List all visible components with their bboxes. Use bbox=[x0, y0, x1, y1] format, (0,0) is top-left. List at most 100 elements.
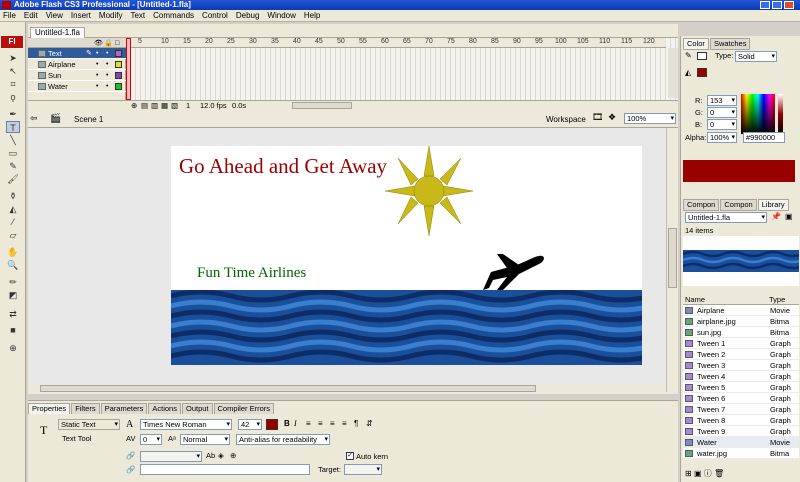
zoom-select[interactable]: 100% bbox=[624, 113, 676, 124]
swap-colors-icon[interactable]: ⇄ bbox=[6, 308, 20, 320]
list-item[interactable]: water.jpg Bitma bbox=[683, 448, 799, 459]
default-colors-icon[interactable]: ■ bbox=[6, 324, 20, 336]
scene-name[interactable]: Scene 1 bbox=[74, 115, 103, 124]
tab-properties[interactable]: Properties bbox=[28, 403, 71, 414]
sun-graphic[interactable] bbox=[385, 146, 480, 238]
tab-components[interactable]: Compon bbox=[683, 199, 720, 211]
blue-field[interactable]: 0 bbox=[707, 119, 737, 130]
minimize-button[interactable] bbox=[760, 1, 770, 9]
tab-parameters[interactable]: Parameters bbox=[100, 403, 148, 414]
stage-vscroll[interactable] bbox=[666, 128, 678, 392]
fill-bucket-icon[interactable]: ◭ bbox=[685, 68, 691, 77]
italic-icon[interactable]: I bbox=[294, 419, 297, 428]
list-item[interactable]: Tween 9 Graph bbox=[683, 426, 799, 437]
green-field[interactable]: 0 bbox=[707, 107, 737, 118]
font-size-field[interactable]: 42 bbox=[238, 419, 262, 430]
tab-color[interactable]: Color bbox=[683, 38, 709, 50]
menu-text[interactable]: Text bbox=[130, 11, 145, 20]
menu-commands[interactable]: Commands bbox=[153, 11, 194, 20]
render-html-icon[interactable]: Ab bbox=[206, 451, 215, 460]
color-spectrum[interactable] bbox=[741, 94, 775, 134]
eraser-icon[interactable]: ▱ bbox=[6, 229, 20, 241]
playhead[interactable] bbox=[126, 38, 131, 100]
tab-swatches[interactable]: Swatches bbox=[709, 38, 751, 50]
frame-ruler[interactable]: 5 10 15 20 25 30 35 40 45 50 55 60 65 70 75 80 85 90 95 100… bbox=[126, 38, 666, 48]
list-item[interactable]: Water Movie bbox=[683, 437, 799, 448]
eyedropper-icon[interactable]: ⁄ bbox=[6, 216, 20, 228]
menu-modify[interactable]: Modify bbox=[99, 11, 123, 20]
orientation-icon[interactable]: ⇵ bbox=[366, 419, 373, 428]
tab-library[interactable]: Library bbox=[757, 199, 789, 211]
line-tool-icon[interactable]: ╲ bbox=[6, 134, 20, 146]
layer-airplane[interactable]: Airplane • • bbox=[28, 59, 126, 70]
timeline-hscroll[interactable] bbox=[292, 102, 352, 109]
layer-text[interactable]: Text ✎ • • bbox=[28, 48, 126, 59]
brightness-slider[interactable] bbox=[778, 94, 783, 134]
frame-rate[interactable]: 12.0 fps bbox=[200, 101, 227, 110]
text-type-select[interactable]: Static Text bbox=[58, 419, 120, 430]
tab-actions[interactable]: Actions bbox=[148, 403, 181, 414]
hex-field[interactable]: #990000 bbox=[743, 132, 785, 143]
justify-icon[interactable]: ≡ bbox=[342, 419, 347, 428]
url-field[interactable] bbox=[140, 464, 310, 475]
tab-output[interactable]: Output bbox=[181, 403, 213, 414]
list-item[interactable]: Tween 2 Graph bbox=[683, 349, 799, 360]
align-right-icon[interactable]: ≡ bbox=[330, 419, 335, 428]
list-item[interactable]: sun.jpg Bitma bbox=[683, 327, 799, 338]
list-item[interactable]: Tween 6 Graph bbox=[683, 393, 799, 404]
stroke-swatch[interactable] bbox=[697, 52, 707, 60]
list-item[interactable]: Tween 8 Graph bbox=[683, 415, 799, 426]
edit-multiple-icon[interactable]: ▦ bbox=[161, 101, 168, 110]
new-symbol-icon[interactable]: ⊞ bbox=[685, 469, 692, 478]
alpha-field[interactable]: 100% bbox=[707, 132, 737, 143]
tab-compiler-errors[interactable]: Compiler Errors bbox=[213, 403, 275, 414]
back-arrow-icon[interactable]: ⇦ bbox=[30, 113, 38, 124]
new-folder-icon[interactable]: ▣ bbox=[694, 469, 702, 478]
subline-text[interactable]: Fun Time Airlines bbox=[197, 265, 306, 282]
menu-help[interactable]: Help bbox=[304, 11, 320, 20]
close-button[interactable] bbox=[784, 1, 794, 9]
text-color-swatch[interactable] bbox=[266, 419, 278, 430]
maximize-button[interactable] bbox=[772, 1, 782, 9]
menu-insert[interactable]: Insert bbox=[71, 11, 91, 20]
edit-scene-icon[interactable]: 🎞 bbox=[592, 112, 603, 123]
auto-kern-checkbox[interactable]: ✓ bbox=[346, 452, 354, 460]
zoom-tool-icon[interactable]: 🔍 bbox=[6, 259, 20, 271]
stage[interactable]: Go Ahead and Get Away Fun Time Airlines bbox=[171, 146, 642, 365]
menu-window[interactable]: Window bbox=[267, 11, 295, 20]
menu-debug[interactable]: Debug bbox=[236, 11, 260, 20]
list-item[interactable]: Tween 7 Graph bbox=[683, 404, 799, 415]
center-frame-icon[interactable]: ⊕ bbox=[131, 101, 137, 110]
subselection-tool-icon[interactable]: ↖ bbox=[6, 65, 20, 77]
onion-markers-icon[interactable]: ▧ bbox=[171, 101, 178, 110]
text-tool-icon[interactable]: T bbox=[6, 121, 20, 133]
document-tab[interactable]: Untitled-1.fla bbox=[30, 27, 85, 38]
bold-icon[interactable]: B bbox=[284, 419, 290, 428]
list-item[interactable]: Tween 5 Graph bbox=[683, 382, 799, 393]
target-select[interactable] bbox=[344, 464, 382, 475]
paragraph-icon[interactable]: ¶ bbox=[354, 419, 358, 428]
menu-edit[interactable]: Edit bbox=[24, 11, 38, 20]
onion-skin-icon[interactable]: ▤ bbox=[141, 101, 148, 110]
lasso-tool-icon[interactable]: ϙ bbox=[6, 91, 20, 103]
list-item[interactable]: Tween 4 Graph bbox=[683, 371, 799, 382]
onion-outline-icon[interactable]: ▥ bbox=[151, 101, 158, 110]
list-item[interactable]: airplane.jpg Bitma bbox=[683, 316, 799, 327]
link-field[interactable] bbox=[140, 451, 202, 462]
stroke-color-icon[interactable]: ✎ bbox=[685, 51, 692, 60]
fill-color-icon[interactable]: ◩ bbox=[6, 289, 20, 301]
red-field[interactable]: 153 bbox=[707, 95, 737, 106]
stroke-color-icon[interactable]: ✏ bbox=[6, 276, 20, 288]
timeline-vscroll[interactable] bbox=[668, 48, 678, 98]
edit-symbols-icon[interactable]: ❖ bbox=[608, 112, 616, 123]
antialias-select[interactable]: Anti-alias for readability bbox=[236, 434, 330, 445]
free-transform-icon[interactable]: ⌗ bbox=[6, 78, 20, 90]
tab-filters[interactable]: Filters bbox=[71, 403, 100, 414]
stage-hscroll[interactable] bbox=[28, 384, 668, 393]
list-item[interactable]: Tween 3 Graph bbox=[683, 360, 799, 371]
brush-tool-icon[interactable]: 🖌 bbox=[6, 173, 20, 185]
layer-water[interactable]: Water • • bbox=[28, 81, 126, 92]
delete-icon[interactable]: 🗑 bbox=[714, 469, 724, 478]
var-icon[interactable]: ⊕ bbox=[230, 451, 236, 460]
menu-control[interactable]: Control bbox=[202, 11, 228, 20]
